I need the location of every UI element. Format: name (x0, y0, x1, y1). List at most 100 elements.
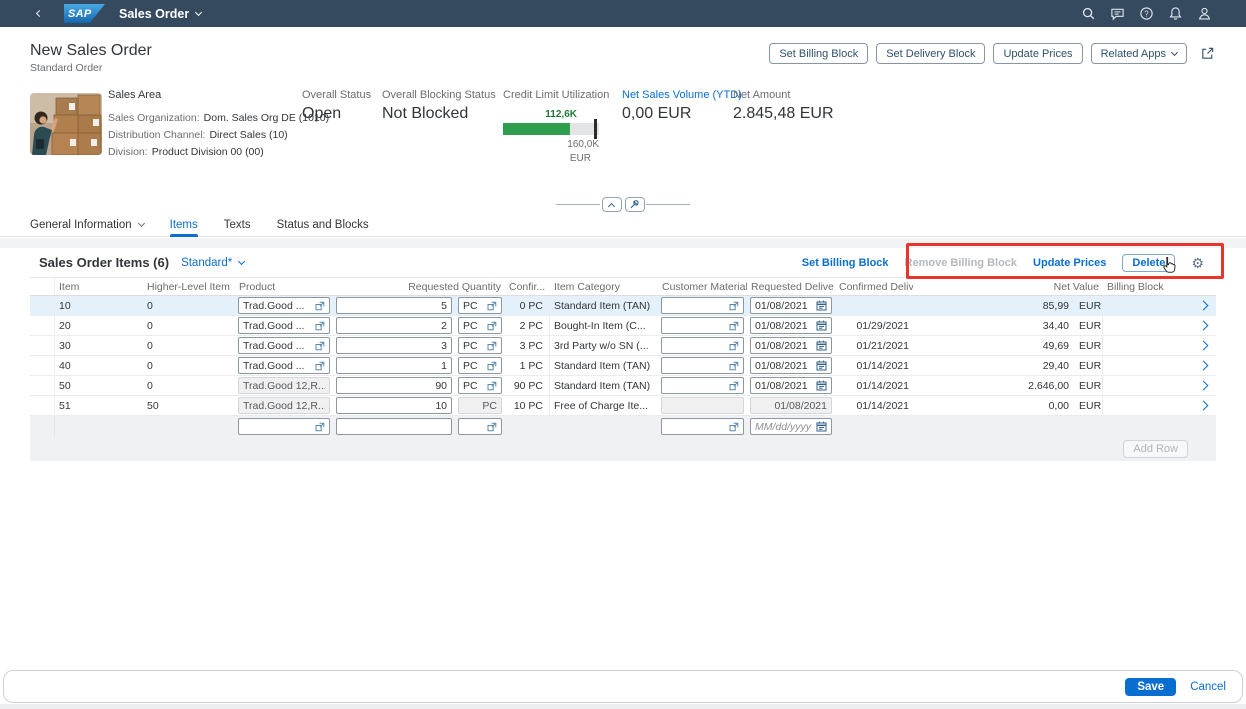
add-row-button[interactable]: Add Row (1123, 440, 1188, 458)
requested-quantity-input[interactable] (336, 418, 452, 435)
delete-button[interactable]: Delete (1122, 254, 1175, 272)
user-avatar-icon[interactable] (1196, 6, 1212, 22)
value-help-icon[interactable] (487, 381, 497, 391)
app-title-menu[interactable]: Sales Order (119, 7, 201, 21)
calendar-icon[interactable] (816, 421, 827, 432)
update-prices-button[interactable]: Update Prices (993, 43, 1082, 64)
value-help-icon[interactable] (487, 301, 497, 311)
table-remove-billing-block-button[interactable]: Remove Billing Block (905, 257, 1017, 269)
row-navigation-chevron[interactable] (1199, 300, 1209, 310)
requested-delivery-date-input[interactable]: 01/08/2021 (750, 297, 832, 314)
customer-material-input[interactable] (661, 418, 744, 435)
customer-material-input[interactable] (661, 337, 744, 354)
value-help-icon[interactable] (315, 361, 325, 371)
row-navigation-chevron[interactable] (1199, 400, 1209, 410)
feedback-icon[interactable] (1109, 6, 1125, 22)
table-set-billing-block-button[interactable]: Set Billing Block (802, 257, 889, 269)
calendar-icon[interactable] (816, 300, 827, 311)
table-row[interactable]: 30 0 Trad.Good ... 3 PC 3 PC 3rd Party w… (30, 336, 1216, 356)
related-apps-button[interactable]: Related Apps (1091, 43, 1187, 64)
requested-delivery-date-input[interactable]: 01/08/2021 (750, 317, 832, 334)
value-help-icon[interactable] (729, 361, 739, 371)
unit-input[interactable]: PC (458, 337, 502, 354)
product-input[interactable]: Trad.Good ... (238, 297, 330, 314)
unit-input[interactable]: PC (458, 357, 502, 374)
requested-quantity-input[interactable]: 10 (336, 397, 452, 414)
product-input[interactable]: Trad.Good ... (238, 337, 330, 354)
value-help-icon[interactable] (487, 341, 497, 351)
value-help-icon[interactable] (729, 341, 739, 351)
value-help-icon[interactable] (315, 321, 325, 331)
share-icon[interactable] (1199, 46, 1215, 62)
search-icon[interactable] (1080, 6, 1096, 22)
pin-header-button[interactable] (625, 197, 645, 212)
unit-input[interactable] (458, 418, 502, 435)
product-input[interactable]: Trad.Good ... (238, 317, 330, 334)
calendar-icon[interactable] (816, 380, 827, 391)
customer-material-input[interactable] (661, 317, 744, 334)
product-input[interactable]: Trad.Good ... (238, 357, 330, 374)
cell-confirmed-quantity: 0 PC (505, 296, 550, 315)
help-icon[interactable]: ? (1138, 6, 1154, 22)
variant-selector[interactable]: Standard* (181, 257, 244, 269)
table-settings-gear-icon[interactable]: ⚙ (1191, 256, 1204, 270)
set-billing-block-button[interactable]: Set Billing Block (769, 43, 868, 64)
cancel-button[interactable]: Cancel (1190, 681, 1226, 693)
table-row[interactable]: 50 0 Trad.Good 12,R... 90 PC 90 PC Stand… (30, 376, 1216, 396)
tab-general-information[interactable]: General Information (30, 213, 144, 237)
calendar-icon[interactable] (816, 340, 827, 351)
value-help-icon[interactable] (729, 381, 739, 391)
collapse-header-button[interactable] (602, 197, 622, 212)
field-label: Distribution Channel: (108, 129, 205, 141)
row-navigation-chevron[interactable] (1199, 360, 1209, 370)
row-navigation-chevron[interactable] (1199, 320, 1209, 330)
unit-input[interactable]: PC (458, 317, 502, 334)
unit-input[interactable]: PC (458, 377, 502, 394)
requested-delivery-date-input[interactable]: 01/08/2021 (750, 337, 832, 354)
notifications-icon[interactable] (1167, 6, 1183, 22)
value-help-icon[interactable] (729, 422, 739, 432)
calendar-icon[interactable] (816, 360, 827, 371)
requested-quantity-input[interactable]: 90 (336, 377, 452, 394)
requested-quantity-input[interactable]: 5 (336, 297, 452, 314)
bullet-value-label: 112,6K (503, 109, 577, 120)
value-help-icon[interactable] (487, 321, 497, 331)
tab-status-and-blocks[interactable]: Status and Blocks (277, 213, 369, 237)
requested-delivery-date-input[interactable]: MM/dd/yyyy (750, 418, 832, 435)
requested-quantity-input[interactable]: 3 (336, 337, 452, 354)
value-help-icon[interactable] (487, 361, 497, 371)
customer-material-input[interactable] (661, 297, 744, 314)
tab-texts[interactable]: Texts (224, 213, 251, 237)
table-row[interactable]: 10 0 Trad.Good ... 5 PC 0 PC Standard It… (30, 296, 1216, 316)
value-help-icon[interactable] (729, 301, 739, 311)
tab-items[interactable]: Items (170, 213, 198, 237)
value-help-icon[interactable] (315, 301, 325, 311)
unit-input[interactable]: PC (458, 297, 502, 314)
requested-quantity-input[interactable]: 2 (336, 317, 452, 334)
product-input[interactable] (238, 418, 330, 435)
value-help-icon[interactable] (315, 341, 325, 351)
customer-material-input[interactable] (661, 377, 744, 394)
set-delivery-block-button[interactable]: Set Delivery Block (876, 43, 985, 64)
table-row[interactable]: 20 0 Trad.Good ... 2 PC 2 PC Bought-In I… (30, 316, 1216, 336)
customer-material-input[interactable] (661, 357, 744, 374)
requested-quantity-input[interactable]: 1 (336, 357, 452, 374)
value-help-icon[interactable] (729, 321, 739, 331)
row-navigation-chevron[interactable] (1199, 340, 1209, 350)
save-button[interactable]: Save (1125, 678, 1176, 696)
column-header-confirmed-quantity: Confir... (505, 281, 550, 293)
table-row[interactable]: 51 50 Trad.Good 12,R... 10 PC 10 PC Free… (30, 396, 1216, 416)
net-sales-volume-link[interactable]: Net Sales Volume (YTD) (622, 89, 742, 101)
table-row[interactable]: 40 0 Trad.Good ... 1 PC 1 PC Standard It… (30, 356, 1216, 376)
facet-credit-limit-utilization: Credit Limit Utilization 112,6K 160,0K E… (503, 89, 609, 164)
cell-item: 30 (55, 340, 143, 352)
back-button[interactable] (30, 5, 48, 23)
cell-confirmed-delivery: 01/29/2021 (835, 320, 913, 332)
value-help-icon[interactable] (315, 422, 325, 432)
requested-delivery-date-input[interactable]: 01/08/2021 (750, 377, 832, 394)
table-update-prices-button[interactable]: Update Prices (1033, 257, 1106, 269)
calendar-icon[interactable] (816, 320, 827, 331)
value-help-icon[interactable] (487, 422, 497, 432)
row-navigation-chevron[interactable] (1199, 380, 1209, 390)
requested-delivery-date-input[interactable]: 01/08/2021 (750, 357, 832, 374)
